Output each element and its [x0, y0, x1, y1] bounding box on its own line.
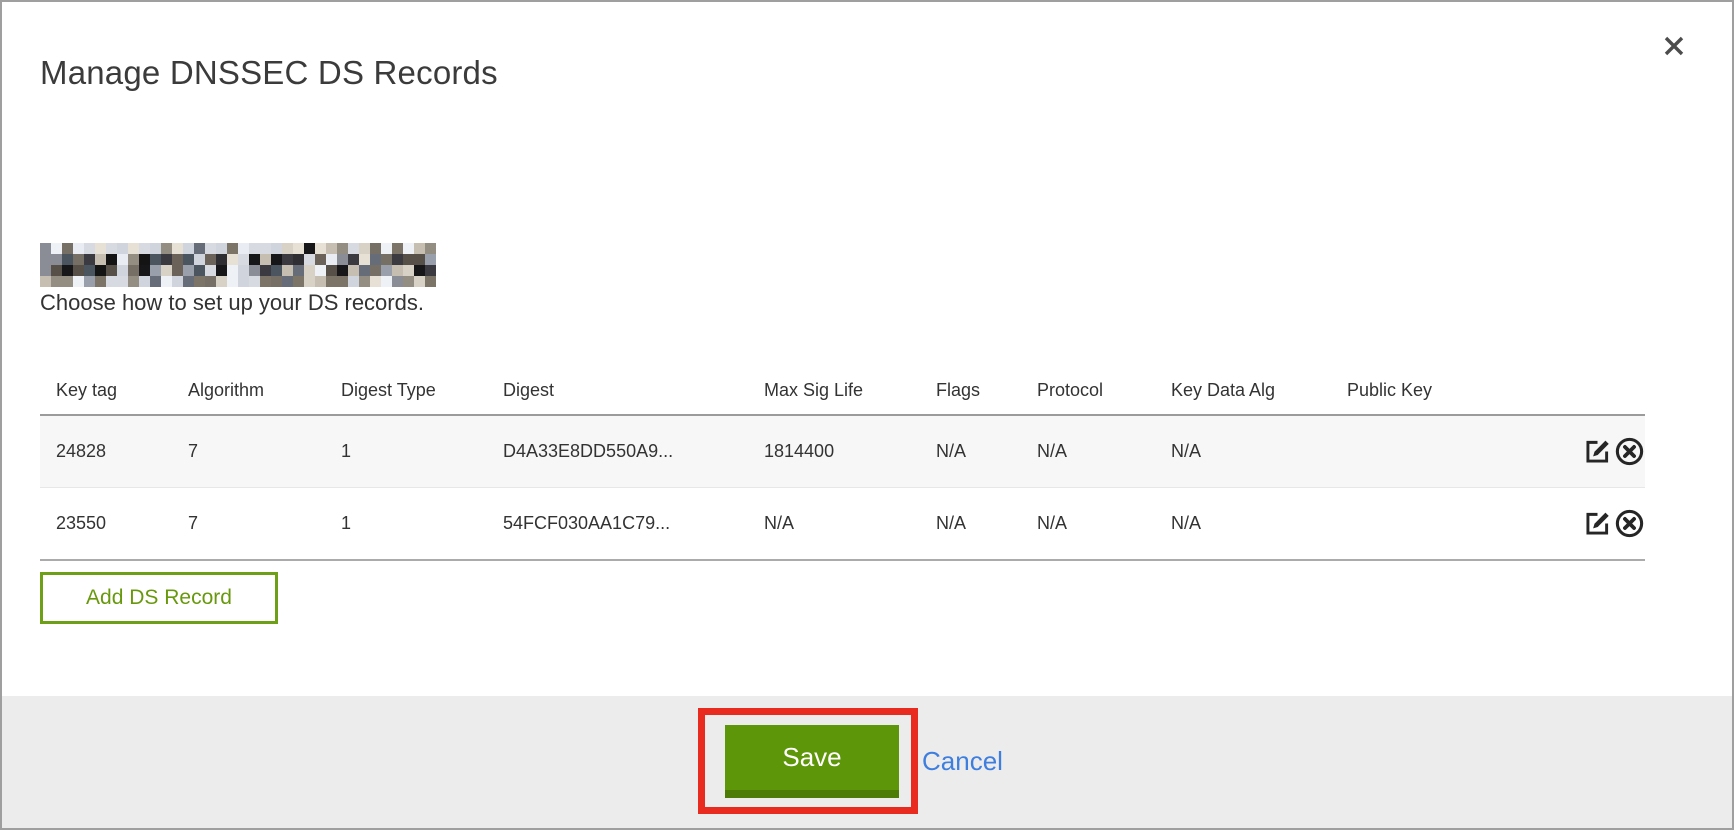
add-ds-record-button[interactable]: Add DS Record — [40, 572, 278, 624]
table-row: 24828 7 1 D4A33E8DD550A9... 1814400 N/A … — [40, 415, 1645, 488]
delete-record-button[interactable] — [1614, 436, 1645, 467]
table-row: 23550 7 1 54FCF030AA1C79... N/A N/A N/A … — [40, 488, 1645, 561]
instruction-text: Choose how to set up your DS records. — [40, 290, 424, 316]
edit-icon — [1582, 508, 1613, 539]
close-button[interactable] — [1662, 30, 1694, 62]
col-header-flags: Flags — [920, 366, 1021, 415]
dialog-footer: Save Cancel — [2, 696, 1732, 828]
edit-record-button[interactable] — [1582, 436, 1613, 467]
col-header-digest: Digest — [487, 366, 748, 415]
cell-flags: N/A — [920, 415, 1021, 488]
cell-max-sig-life: 1814400 — [748, 415, 920, 488]
col-header-protocol: Protocol — [1021, 366, 1155, 415]
cell-key-data-alg: N/A — [1155, 415, 1331, 488]
manage-dnssec-ds-records-dialog: Manage DNSSEC DS Records Choose how to s… — [0, 0, 1734, 830]
col-header-algorithm: Algorithm — [172, 366, 325, 415]
cell-digest: 54FCF030AA1C79... — [487, 488, 748, 561]
delete-circle-x-icon — [1614, 508, 1645, 539]
redacted-domain-name — [40, 243, 436, 287]
close-icon — [1662, 34, 1694, 58]
cell-public-key — [1331, 415, 1565, 488]
col-header-key-tag: Key tag — [40, 366, 172, 415]
page-title: Manage DNSSEC DS Records — [40, 54, 498, 92]
save-button[interactable]: Save — [725, 725, 899, 798]
col-header-digest-type: Digest Type — [325, 366, 487, 415]
cell-protocol: N/A — [1021, 488, 1155, 561]
cell-algorithm: 7 — [172, 488, 325, 561]
col-header-key-data-alg: Key Data Alg — [1155, 366, 1331, 415]
col-header-actions — [1565, 366, 1645, 415]
ds-records-table: Key tag Algorithm Digest Type Digest Max… — [40, 366, 1645, 561]
table-header-row: Key tag Algorithm Digest Type Digest Max… — [40, 366, 1645, 415]
delete-record-button[interactable] — [1614, 508, 1645, 539]
edit-record-button[interactable] — [1582, 508, 1613, 539]
col-header-public-key: Public Key — [1331, 366, 1565, 415]
cell-digest-type: 1 — [325, 488, 487, 561]
cell-flags: N/A — [920, 488, 1021, 561]
cell-key-data-alg: N/A — [1155, 488, 1331, 561]
cell-key-tag: 23550 — [40, 488, 172, 561]
col-header-max-sig-life: Max Sig Life — [748, 366, 920, 415]
cell-digest: D4A33E8DD550A9... — [487, 415, 748, 488]
annotation-red-box: Save — [698, 708, 918, 814]
cell-protocol: N/A — [1021, 415, 1155, 488]
cancel-link[interactable]: Cancel — [922, 746, 1003, 777]
cell-max-sig-life: N/A — [748, 488, 920, 561]
cell-algorithm: 7 — [172, 415, 325, 488]
cell-key-tag: 24828 — [40, 415, 172, 488]
cell-public-key — [1331, 488, 1565, 561]
cell-digest-type: 1 — [325, 415, 487, 488]
delete-circle-x-icon — [1614, 436, 1645, 467]
edit-icon — [1582, 436, 1613, 467]
